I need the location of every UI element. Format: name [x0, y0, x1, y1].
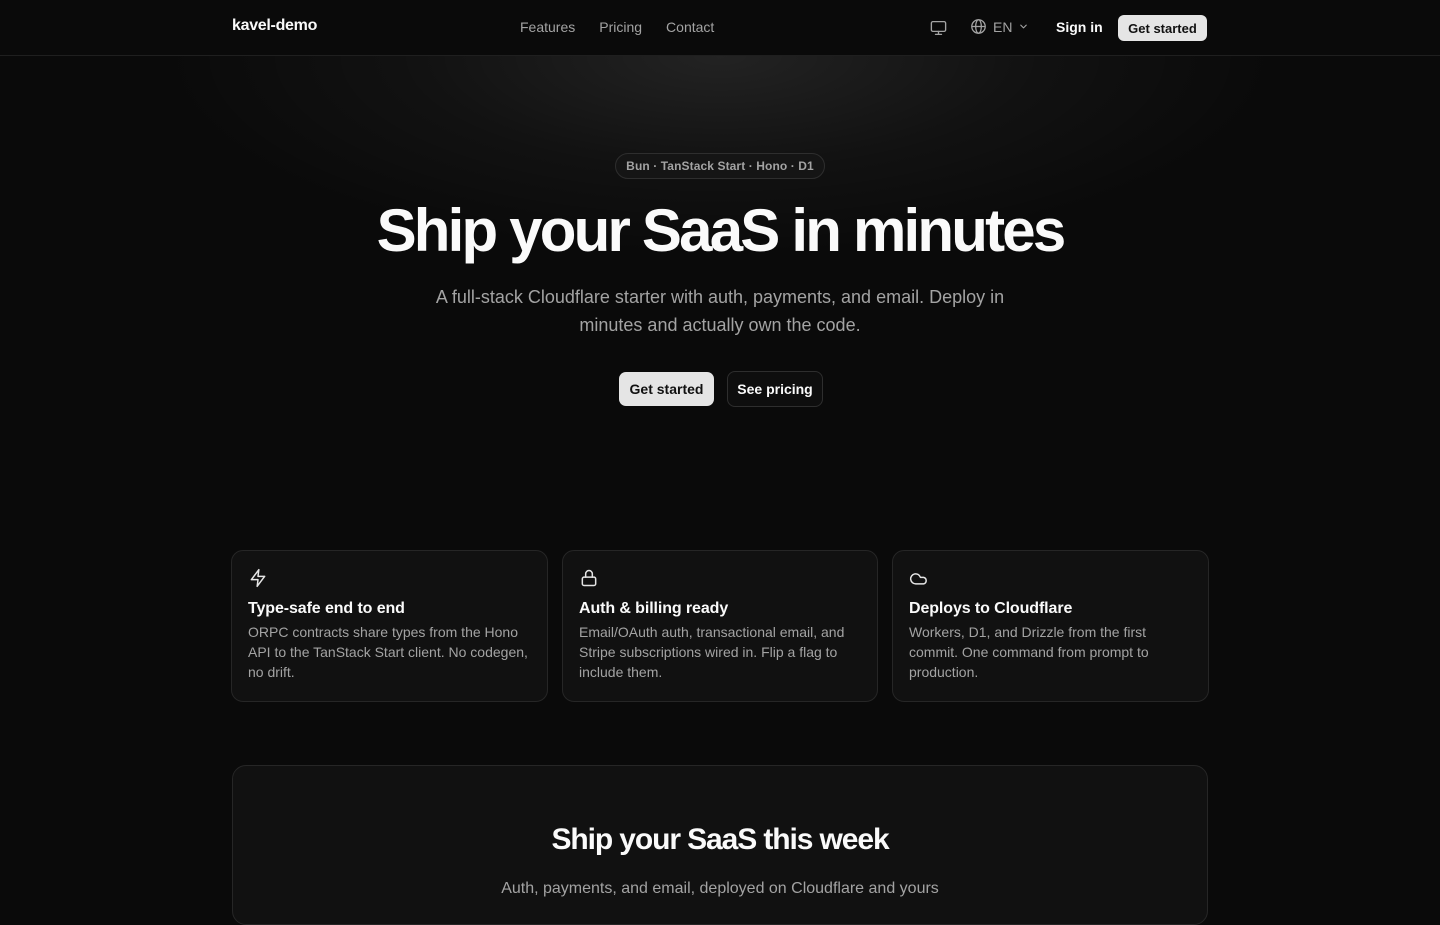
chevron-down-icon [1020, 24, 1028, 29]
cta-subtitle: Auth, payments, and email, deployed on C… [501, 880, 939, 897]
language-label: EN [993, 18, 1013, 35]
sign-in-link[interactable]: Sign in [1056, 19, 1103, 35]
main-nav: Features Pricing Contact [520, 19, 714, 35]
hero-subtitle: A full-stack Cloudflare starter with aut… [435, 287, 1005, 335]
see-pricing-button[interactable]: See pricing [727, 371, 823, 407]
lock-icon [581, 569, 597, 587]
feature-title: Deploys to Cloudflare [909, 600, 1073, 617]
nav-link-features[interactable]: Features [520, 19, 575, 35]
feature-title: Type-safe end to end [248, 600, 405, 617]
site-header: kavel-demo Features Pricing Contact EN S… [0, 0, 1440, 56]
feature-card-cloudflare: Deploys to Cloudflare Workers, D1, and D… [892, 550, 1209, 702]
hero-title: Ship your SaaS in minutes [376, 197, 1067, 264]
header-get-started-button[interactable]: Get started [1118, 15, 1207, 41]
stack-badge: Bun · TanStack Start · Hono · D1 [615, 153, 825, 179]
nav-link-contact[interactable]: Contact [666, 19, 714, 35]
cta-title: Ship your SaaS this week [551, 823, 889, 856]
get-started-button[interactable]: Get started [619, 372, 714, 406]
feature-card-auth-billing: Auth & billing ready Email/OAuth auth, t… [562, 550, 878, 702]
feature-title: Auth & billing ready [579, 600, 729, 617]
feature-description: Email/OAuth auth, transactional email, a… [579, 624, 845, 680]
language-selector[interactable]: EN [970, 18, 1029, 35]
cloud-icon [909, 573, 927, 585]
monitor-icon[interactable] [929, 19, 948, 37]
brand-logo[interactable]: kavel-demo [232, 17, 317, 35]
feature-description: ORPC contracts share types from the Hono… [248, 624, 528, 680]
zap-icon [250, 568, 266, 588]
globe-icon [971, 19, 986, 34]
cta-section: Ship your SaaS this week Auth, payments,… [232, 765, 1208, 925]
feature-description: Workers, D1, and Drizzle from the first … [909, 624, 1149, 680]
feature-card-type-safe: Type-safe end to end ORPC contracts shar… [231, 550, 548, 702]
nav-link-pricing[interactable]: Pricing [599, 19, 642, 35]
